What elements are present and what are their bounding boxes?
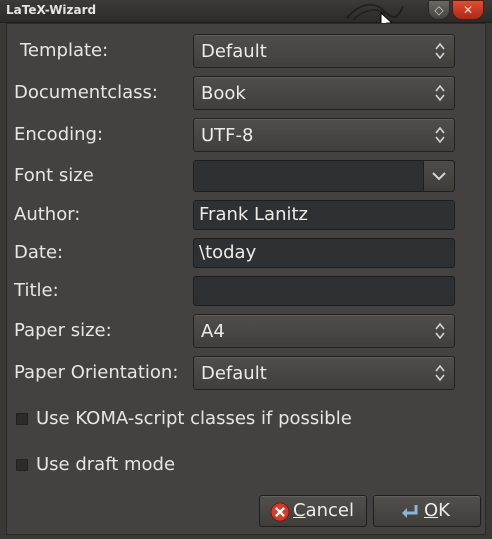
- cancel-icon: [270, 502, 290, 522]
- paper-size-label: Paper size:: [14, 320, 112, 341]
- documentclass-combo[interactable]: Book: [193, 76, 455, 110]
- ok-button[interactable]: OK: [373, 495, 481, 527]
- paper-size-combo[interactable]: A4: [193, 314, 455, 348]
- window-title: LaTeX-Wizard: [6, 3, 97, 17]
- updown-arrow-icon: [435, 42, 445, 60]
- close-icon: ✕: [462, 3, 474, 17]
- template-combo[interactable]: Default: [193, 34, 455, 68]
- dialog-content: Template: Default Documentclass: Book En…: [6, 23, 486, 535]
- date-label: Date:: [14, 242, 64, 263]
- paper-orientation-combo[interactable]: Default: [193, 356, 455, 390]
- date-field[interactable]: \today: [193, 238, 455, 268]
- updown-arrow-icon: [435, 84, 445, 102]
- title-label: Title:: [14, 280, 59, 301]
- font-size-label: Font size: [14, 165, 94, 186]
- close-button[interactable]: ✕: [452, 0, 484, 20]
- paper-size-value: A4: [201, 321, 225, 342]
- koma-checkbox-label[interactable]: Use KOMA-script classes if possible: [36, 408, 352, 429]
- updown-arrow-icon: [435, 126, 445, 144]
- cancel-button[interactable]: Cancel: [259, 495, 367, 527]
- paper-orientation-label: Paper Orientation:: [14, 362, 179, 383]
- documentclass-value: Book: [201, 83, 246, 104]
- draft-checkbox-label[interactable]: Use draft mode: [36, 454, 175, 475]
- encoding-combo[interactable]: UTF-8: [193, 118, 455, 152]
- koma-checkbox[interactable]: [16, 413, 28, 425]
- updown-arrow-icon: [435, 364, 445, 382]
- author-value: Frank Lanitz: [199, 204, 309, 225]
- updown-arrow-icon: [435, 322, 445, 340]
- template-value: Default: [201, 41, 267, 62]
- decoration-swirl-icon: [346, 3, 404, 21]
- title-bar[interactable]: LaTeX-Wizard ◇ ✕: [0, 0, 492, 23]
- template-label: Template:: [20, 40, 109, 61]
- maximize-button[interactable]: ◇: [428, 0, 450, 20]
- documentclass-label: Documentclass:: [14, 82, 158, 103]
- draft-checkbox[interactable]: [16, 459, 28, 471]
- enter-arrow-icon: [402, 505, 418, 518]
- title-field[interactable]: [193, 276, 455, 306]
- font-size-combo[interactable]: [193, 160, 455, 192]
- author-label: Author:: [14, 204, 81, 225]
- paper-orientation-value: Default: [201, 363, 267, 384]
- cancel-button-label: Cancel: [293, 500, 354, 521]
- encoding-label: Encoding:: [14, 124, 104, 145]
- author-field[interactable]: Frank Lanitz: [193, 200, 455, 230]
- encoding-value: UTF-8: [201, 125, 254, 146]
- chevron-down-icon: [432, 172, 446, 181]
- date-value: \today: [199, 242, 257, 263]
- diamond-icon: ◇: [434, 3, 444, 17]
- ok-button-label: OK: [424, 500, 450, 521]
- font-size-dropdown-button[interactable]: [424, 161, 454, 191]
